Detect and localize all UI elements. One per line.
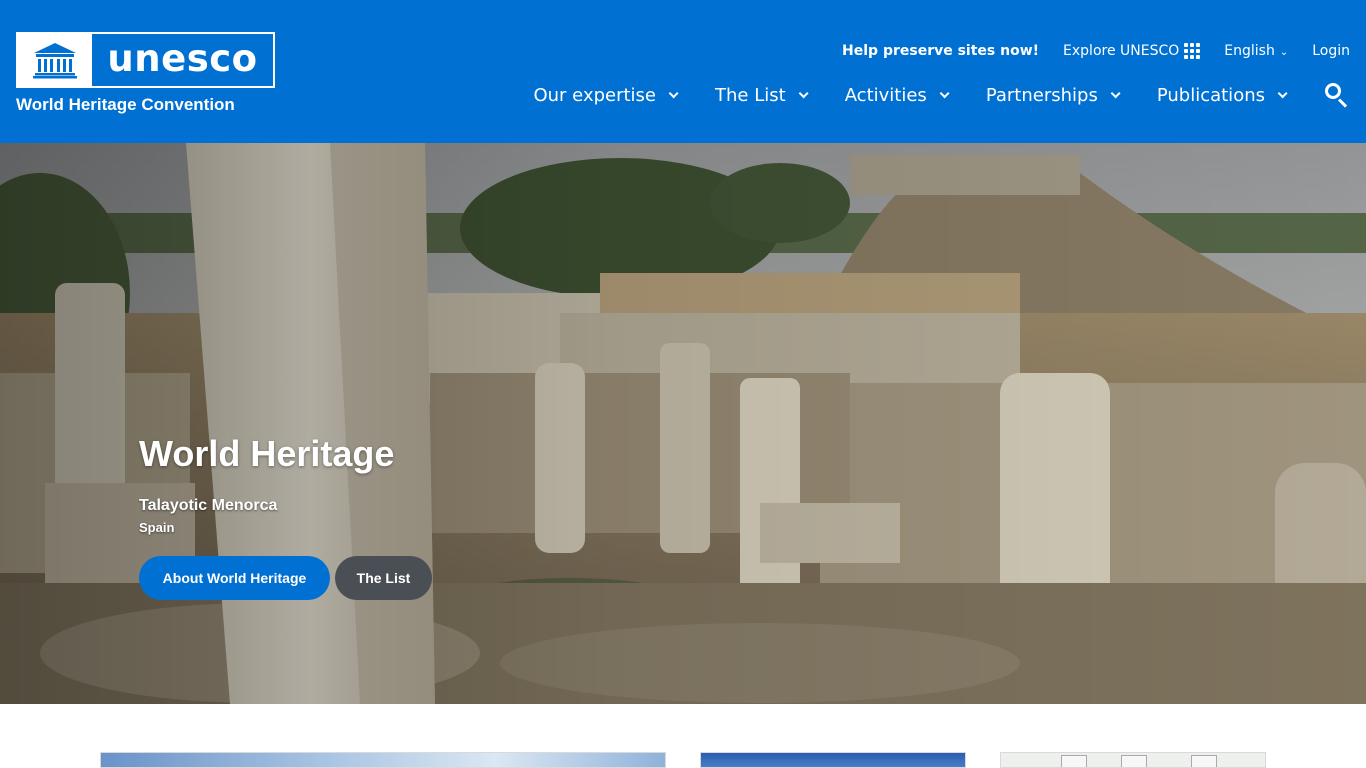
the-list-button[interactable]: The List bbox=[335, 556, 432, 600]
nav-item-label: Our expertise bbox=[533, 84, 657, 106]
feature-card-image[interactable] bbox=[1000, 752, 1266, 768]
explore-unesco-label: Explore UNESCO bbox=[1063, 43, 1180, 59]
nav-item-label: The List bbox=[715, 84, 786, 106]
chevron-down-icon bbox=[668, 87, 679, 98]
chevron-down-icon bbox=[1110, 87, 1121, 98]
nav-item-label: Publications bbox=[1156, 84, 1265, 106]
language-selector[interactable]: English ⌄ bbox=[1224, 43, 1288, 59]
site-header: unesco World Heritage Convention Help pr… bbox=[0, 0, 1366, 143]
feature-card-image[interactable] bbox=[700, 752, 966, 768]
main-nav: Our expertise The List Activities Partne… bbox=[533, 80, 1350, 110]
hero-overlay bbox=[0, 143, 1366, 704]
nav-the-list[interactable]: The List bbox=[715, 84, 809, 106]
login-link[interactable]: Login bbox=[1312, 43, 1350, 59]
nav-our-expertise[interactable]: Our expertise bbox=[533, 84, 679, 106]
hero-title: World Heritage bbox=[139, 433, 395, 474]
apps-grid-icon bbox=[1184, 43, 1201, 59]
unesco-logo[interactable]: unesco bbox=[16, 32, 275, 88]
explore-unesco-menu[interactable]: Explore UNESCO bbox=[1063, 43, 1201, 59]
utility-nav: Help preserve sites now! Explore UNESCO … bbox=[842, 41, 1350, 61]
search-icon[interactable] bbox=[1324, 82, 1350, 108]
help-preserve-link[interactable]: Help preserve sites now! bbox=[842, 43, 1039, 59]
unesco-temple-emblem-icon bbox=[18, 34, 92, 86]
login-label: Login bbox=[1312, 43, 1350, 59]
hero-country: Spain bbox=[139, 520, 175, 535]
chevron-down-icon: ⌄ bbox=[1279, 46, 1289, 58]
nav-item-label: Partnerships bbox=[985, 84, 1098, 106]
chevron-down-icon bbox=[798, 87, 809, 98]
nav-item-label: Activities bbox=[844, 84, 927, 106]
help-preserve-label: Help preserve sites now! bbox=[842, 43, 1040, 59]
nav-partnerships[interactable]: Partnerships bbox=[985, 84, 1121, 106]
chevron-down-icon bbox=[939, 87, 950, 98]
hero-site-name[interactable]: Talayotic Menorca bbox=[139, 497, 277, 515]
feature-card-image[interactable] bbox=[100, 752, 666, 768]
hero-banner: World Heritage Talayotic Menorca Spain A… bbox=[0, 143, 1366, 704]
chevron-down-icon bbox=[1277, 87, 1288, 98]
language-label: English bbox=[1224, 43, 1275, 59]
nav-publications[interactable]: Publications bbox=[1156, 84, 1288, 106]
about-world-heritage-button[interactable]: About World Heritage bbox=[139, 556, 330, 600]
nav-activities[interactable]: Activities bbox=[844, 84, 950, 106]
logo-wordmark: unesco bbox=[107, 36, 258, 80]
logo-subtitle[interactable]: World Heritage Convention bbox=[16, 95, 235, 115]
